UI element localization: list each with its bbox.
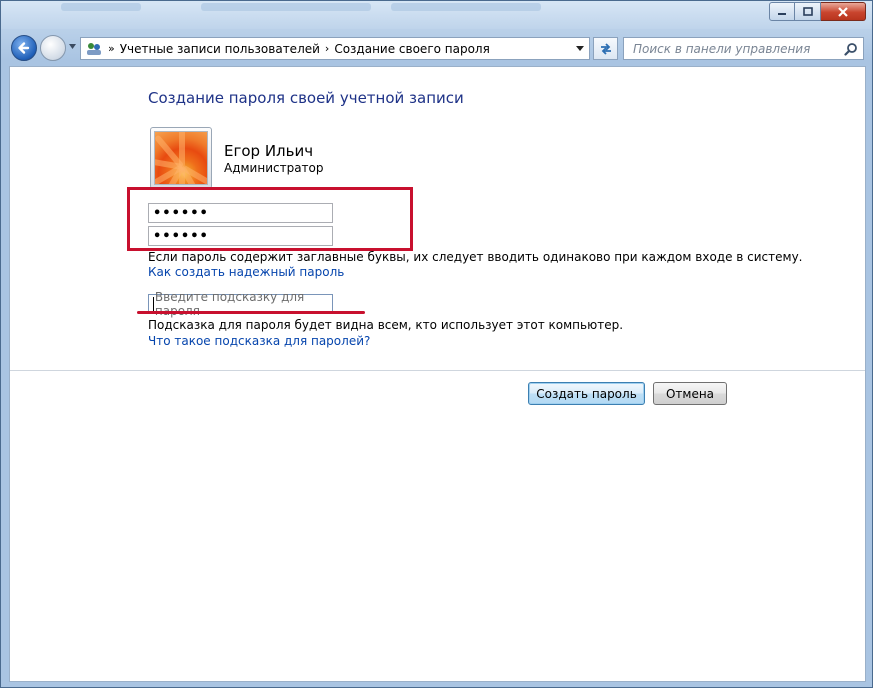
refresh-icon: [600, 42, 611, 55]
case-sensitivity-info: Если пароль содержит заглавные буквы, их…: [148, 250, 803, 264]
what-is-hint-link[interactable]: Что такое подсказка для паролей?: [148, 334, 370, 348]
address-bar[interactable]: » Учетные записи пользователей › Создани…: [80, 37, 590, 60]
user-role: Администратор: [224, 161, 324, 175]
title-blur: [201, 3, 371, 11]
back-arrow-icon: [18, 42, 30, 54]
password-mask: ••••••: [153, 205, 209, 221]
divider: [10, 370, 865, 371]
search-placeholder: Поиск в панели управления: [633, 41, 811, 56]
title-blur: [391, 3, 541, 11]
window: » Учетные записи пользователей › Создани…: [0, 0, 873, 688]
breadcrumb-separator: »: [108, 42, 115, 55]
address-dropdown-icon[interactable]: [575, 43, 585, 53]
user-name: Егор Ильич: [224, 142, 314, 160]
strong-password-link[interactable]: Как создать надежный пароль: [148, 265, 344, 279]
page-title: Создание пароля своей учетной записи: [148, 89, 464, 107]
refresh-button[interactable]: [593, 37, 618, 60]
search-icon[interactable]: [844, 42, 858, 56]
confirm-password-field[interactable]: ••••••: [148, 226, 333, 246]
avatar: [150, 127, 212, 189]
breadcrumb-separator: ›: [324, 42, 330, 55]
minimize-button[interactable]: [769, 2, 795, 21]
minimize-icon: [778, 12, 786, 15]
breadcrumb-item-accounts[interactable]: Учетные записи пользователей: [120, 42, 320, 56]
history-dropdown-icon[interactable]: [68, 42, 77, 51]
create-password-button[interactable]: Создать пароль: [528, 382, 645, 405]
maximize-icon: [802, 6, 813, 16]
breadcrumb-item-create-password[interactable]: Создание своего пароля: [334, 42, 490, 56]
maximize-button[interactable]: [795, 2, 821, 21]
caption-buttons: [769, 2, 866, 21]
avatar-flower: [154, 131, 208, 185]
title-bar: [1, 1, 872, 29]
back-button[interactable]: [11, 35, 37, 61]
highlight-underline: [137, 311, 365, 314]
confirm-password-mask: ••••••: [153, 228, 209, 244]
navigation-bar: » Учетные записи пользователей › Создани…: [1, 29, 872, 65]
hint-visibility-info: Подсказка для пароля будет видна всем, к…: [148, 318, 624, 332]
title-blur: [61, 3, 141, 11]
close-button[interactable]: [821, 2, 866, 21]
search-field[interactable]: Поиск в панели управления: [623, 37, 864, 60]
text-caret: [153, 297, 154, 311]
content-pane: Создание пароля своей учетной записи Его…: [9, 66, 866, 682]
close-icon: [838, 6, 848, 17]
cancel-button[interactable]: Отмена: [653, 382, 727, 405]
forward-button[interactable]: [40, 35, 66, 61]
control-panel-icon: [87, 42, 101, 55]
new-password-field[interactable]: ••••••: [148, 203, 333, 223]
